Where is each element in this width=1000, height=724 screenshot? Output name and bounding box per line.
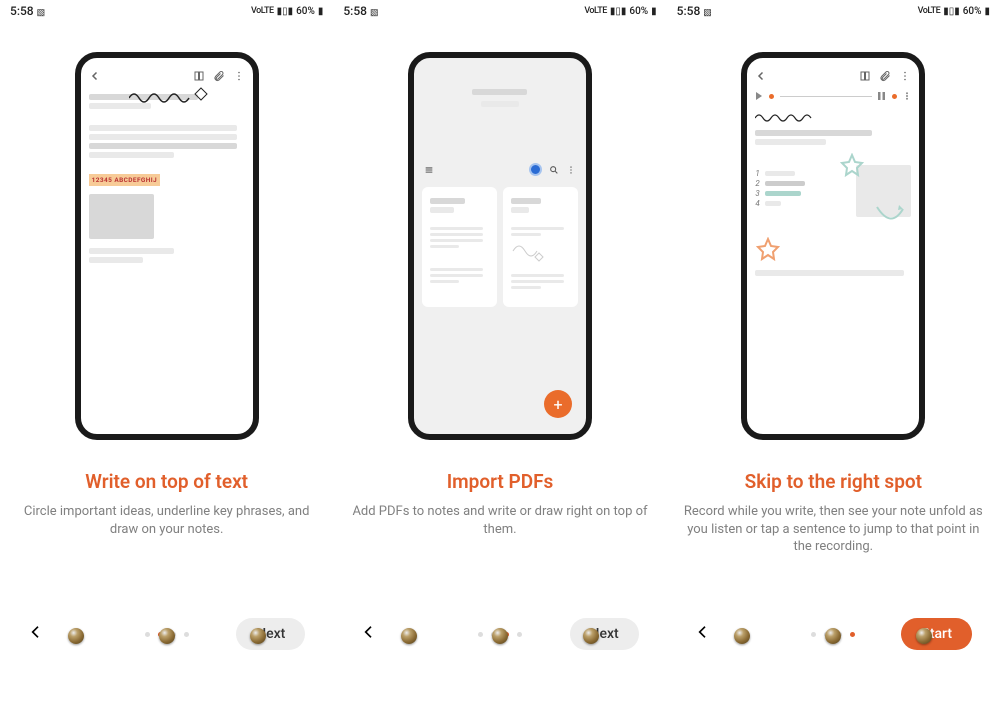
play-icon[interactable] [755, 92, 763, 100]
note-toolbar [755, 64, 911, 88]
signal-icon: ▮▯▮ [943, 6, 960, 17]
star-doodle-icon [755, 237, 781, 263]
screw-icon [492, 628, 508, 644]
pdf-card[interactable] [503, 187, 578, 307]
decorative-screws [0, 628, 333, 644]
network-label: VoLTE [584, 6, 607, 16]
reader-icon[interactable] [859, 70, 871, 82]
phone-mock-write: 12345 ABCDEFGHIJ [75, 52, 259, 440]
status-time: 5:58 ▧ [677, 4, 712, 18]
status-time: 5:58 ▧ [10, 4, 45, 18]
highlighted-text: 12345 ABCDEFGHIJ [89, 174, 160, 186]
signal-icon: ▮▯▮ [277, 6, 294, 17]
search-icon[interactable] [549, 160, 559, 179]
battery-icon: ▮ [651, 6, 657, 17]
screw-icon [583, 628, 599, 644]
pause-icon[interactable] [878, 92, 886, 100]
status-right: VoLTE ▮▯▮ 60% ▮ [584, 6, 656, 17]
more-icon[interactable] [903, 92, 911, 100]
attach-icon[interactable] [213, 70, 225, 82]
attach-icon[interactable] [879, 70, 891, 82]
screw-icon [825, 628, 841, 644]
battery-label: 60% [296, 6, 315, 17]
signal-icon: ▮▯▮ [610, 6, 627, 17]
battery-icon: ▮ [984, 6, 990, 17]
pdf-card[interactable] [422, 187, 497, 307]
slide-title: Import PDFs [349, 470, 650, 493]
star-doodle-icon [839, 153, 865, 179]
slide-description: Record while you write, then see your no… [683, 503, 984, 556]
phone-mock-audio: 1 2 3 4 [741, 52, 925, 440]
slide-title: Skip to the right spot [683, 470, 984, 493]
more-icon[interactable] [233, 70, 245, 82]
audio-player[interactable] [755, 92, 911, 100]
pdf-badge-icon [529, 163, 542, 176]
screw-icon [734, 628, 750, 644]
status-time: 5:58 ▧ [343, 4, 378, 18]
marker-start-icon [769, 94, 774, 99]
decorative-screws [667, 628, 1000, 644]
android-status-bar: 5:58 ▧ VoLTE ▮▯▮ 60% ▮ [667, 0, 1000, 22]
network-label: VoLTE [251, 6, 274, 16]
battery-label: 60% [629, 6, 648, 17]
slide-title: Write on top of text [16, 470, 317, 493]
phone-mock-pdf: + [408, 52, 592, 440]
screw-icon [916, 628, 932, 644]
doodle-icon [511, 239, 551, 267]
back-icon[interactable] [755, 70, 767, 82]
squiggle-drawing [129, 86, 219, 106]
more-icon[interactable] [899, 70, 911, 82]
android-status-bar: 5:58 ▧ VoLTE ▮▯▮ 60% ▮ [333, 0, 666, 22]
arrow-doodle-icon [875, 205, 905, 223]
screw-icon [159, 628, 175, 644]
marker-end-icon [892, 94, 897, 99]
squiggle-drawing [755, 113, 835, 123]
scrubber-track[interactable] [780, 96, 872, 97]
battery-label: 60% [963, 6, 982, 17]
status-right: VoLTE ▮▯▮ 60% ▮ [918, 6, 990, 17]
hamburger-icon[interactable] [424, 160, 434, 179]
back-icon[interactable] [89, 70, 101, 82]
add-fab[interactable]: + [544, 390, 572, 418]
slide-description: Add PDFs to notes and write or draw righ… [349, 503, 650, 538]
reader-icon[interactable] [193, 70, 205, 82]
screw-icon [401, 628, 417, 644]
screw-icon [250, 628, 266, 644]
battery-icon: ▮ [318, 6, 324, 17]
status-right: VoLTE ▮▯▮ 60% ▮ [251, 6, 323, 17]
screw-icon [68, 628, 84, 644]
more-icon[interactable] [566, 160, 576, 179]
android-status-bar: 5:58 ▧ VoLTE ▮▯▮ 60% ▮ [0, 0, 333, 22]
slide-description: Circle important ideas, underline key ph… [16, 503, 317, 538]
decorative-screws [333, 628, 666, 644]
network-label: VoLTE [918, 6, 941, 16]
note-toolbar [89, 64, 245, 88]
pdf-list-header [422, 160, 578, 179]
